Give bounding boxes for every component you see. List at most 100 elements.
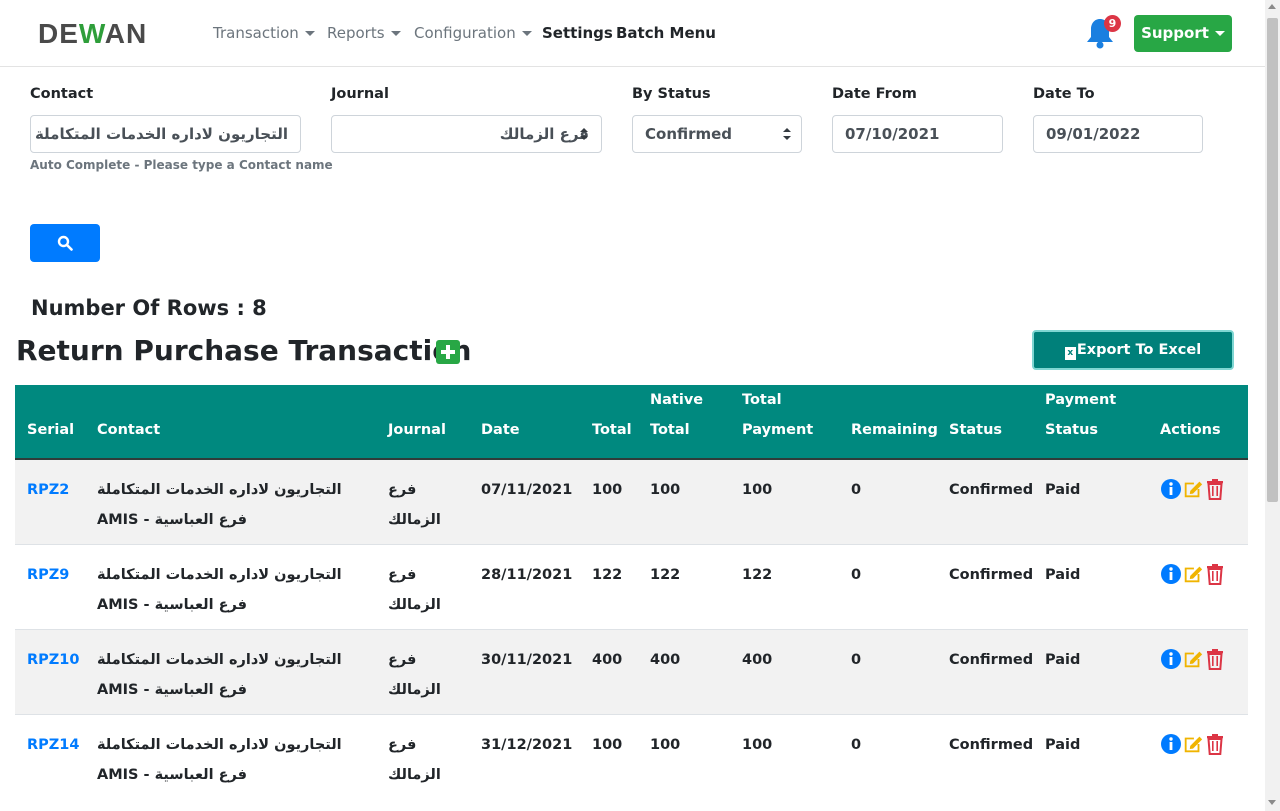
journal-label: Journal bbox=[331, 86, 389, 102]
nav-batch-menu-link[interactable]: Batch Menu bbox=[616, 24, 716, 42]
page-title: Return Purchase Transaction bbox=[16, 334, 472, 367]
cell-date: 28/11/2021 bbox=[469, 543, 580, 629]
dewan-logo[interactable]: DEWAN bbox=[38, 18, 147, 50]
cell-contact: التجاريون لاداره الخدمات المتكاملة AMIS -… bbox=[85, 713, 376, 799]
info-circle-icon[interactable] bbox=[1160, 478, 1182, 500]
contact-name: التجاريون لاداره الخدمات المتكاملة bbox=[97, 736, 342, 753]
journal-line-2: الزمالك bbox=[388, 596, 441, 613]
excel-icon: x bbox=[1064, 347, 1076, 360]
table-row: RPZ2 التجاريون لاداره الخدمات المتكاملة A… bbox=[15, 458, 1248, 544]
header-date: Date bbox=[469, 385, 580, 460]
top-navbar: DEWAN Transaction Reports Configuration … bbox=[0, 0, 1265, 67]
cell-actions bbox=[1148, 628, 1248, 714]
select-arrows-icon bbox=[783, 128, 791, 140]
transactions-table: Serial Contact Journal Date Total Native… bbox=[15, 385, 1248, 799]
status-select[interactable]: Confirmed bbox=[632, 115, 802, 153]
header-contact: Contact bbox=[85, 385, 376, 460]
cell-payment-status: Paid bbox=[1033, 458, 1148, 544]
contact-branch: AMIS - فرع العباسية bbox=[97, 596, 248, 613]
header-total-payment-1: Total bbox=[742, 392, 782, 408]
info-circle-icon[interactable] bbox=[1160, 563, 1182, 585]
chevron-down-icon bbox=[1214, 31, 1225, 36]
cell-status: Confirmed bbox=[937, 543, 1033, 629]
header-native-total-1: Native bbox=[650, 392, 704, 408]
contact-input[interactable]: التجاريون لاداره الخدمات المتكاملة bbox=[30, 115, 301, 153]
cell-native-total: 400 bbox=[638, 628, 730, 714]
edit-icon[interactable] bbox=[1182, 478, 1204, 500]
search-icon bbox=[57, 235, 73, 251]
date-from-input[interactable]: 07/10/2021 bbox=[832, 115, 1003, 153]
status-label: By Status bbox=[632, 86, 711, 102]
plus-square-icon[interactable] bbox=[436, 340, 460, 364]
cell-remaining: 0 bbox=[839, 458, 937, 544]
nav-settings-link[interactable]: Settings bbox=[542, 24, 613, 42]
export-to-excel-button[interactable]: x Export To Excel bbox=[1032, 330, 1234, 370]
contact-branch: AMIS - فرع العباسية bbox=[97, 766, 248, 783]
cell-native-total: 100 bbox=[638, 713, 730, 799]
cell-date: 30/11/2021 bbox=[469, 628, 580, 714]
cell-status: Confirmed bbox=[937, 628, 1033, 714]
nav-configuration-dropdown[interactable]: Configuration bbox=[414, 24, 532, 42]
status-select-value: Confirmed bbox=[645, 125, 733, 143]
journal-line-2: الزمالك bbox=[388, 681, 441, 698]
scroll-up-icon[interactable] bbox=[1268, 4, 1276, 9]
trash-icon[interactable] bbox=[1204, 733, 1226, 755]
cell-native-total: 100 bbox=[638, 458, 730, 544]
trash-icon[interactable] bbox=[1204, 563, 1226, 585]
trash-icon[interactable] bbox=[1204, 648, 1226, 670]
serial-link[interactable]: RPZ2 bbox=[27, 482, 69, 498]
date-to-label: Date To bbox=[1033, 86, 1095, 102]
header-actions: Actions bbox=[1148, 385, 1248, 460]
cell-date: 07/11/2021 bbox=[469, 458, 580, 544]
date-from-label: Date From bbox=[832, 86, 917, 102]
cell-total: 400 bbox=[580, 628, 638, 714]
support-dropdown-button[interactable]: Support bbox=[1134, 15, 1232, 52]
cell-actions bbox=[1148, 458, 1248, 544]
cell-contact: التجاريون لاداره الخدمات المتكاملة AMIS -… bbox=[85, 458, 376, 544]
header-payment-status-2: Status bbox=[1045, 422, 1099, 438]
cell-serial: RPZ9 bbox=[15, 543, 85, 629]
page-scrollbar[interactable] bbox=[1265, 0, 1280, 811]
cell-remaining: 0 bbox=[839, 628, 937, 714]
cell-total: 122 bbox=[580, 543, 638, 629]
search-button[interactable] bbox=[30, 224, 100, 262]
info-circle-icon[interactable] bbox=[1160, 733, 1182, 755]
table-header-row: Serial Contact Journal Date Total Native… bbox=[15, 385, 1248, 460]
serial-link[interactable]: RPZ14 bbox=[27, 737, 80, 753]
cell-journal: فرع الزمالك bbox=[376, 543, 469, 629]
header-payment-status-1: Payment bbox=[1045, 392, 1117, 408]
chevron-down-icon bbox=[521, 31, 532, 36]
table-row: RPZ14 التجاريون لاداره الخدمات المتكاملة… bbox=[15, 713, 1248, 799]
cell-remaining: 0 bbox=[839, 543, 937, 629]
cell-journal: فرع الزمالك bbox=[376, 458, 469, 544]
nav-transaction-label: Transaction bbox=[213, 24, 299, 42]
cell-journal: فرع الزمالك bbox=[376, 713, 469, 799]
journal-select[interactable]: فرع الزمالك bbox=[331, 115, 602, 153]
edit-icon[interactable] bbox=[1182, 733, 1204, 755]
edit-icon[interactable] bbox=[1182, 563, 1204, 585]
cell-date: 31/12/2021 bbox=[469, 713, 580, 799]
scrollbar-thumb[interactable] bbox=[1267, 18, 1278, 502]
trash-icon[interactable] bbox=[1204, 478, 1226, 500]
logo-w: W bbox=[78, 18, 105, 49]
notification-badge: 9 bbox=[1104, 15, 1121, 32]
header-status: Status bbox=[937, 385, 1033, 460]
scroll-down-icon[interactable] bbox=[1268, 800, 1276, 805]
info-circle-icon[interactable] bbox=[1160, 648, 1182, 670]
cell-total-payment: 100 bbox=[730, 713, 839, 799]
serial-link[interactable]: RPZ9 bbox=[27, 567, 69, 583]
nav-configuration-label: Configuration bbox=[414, 24, 516, 42]
edit-icon[interactable] bbox=[1182, 648, 1204, 670]
cell-status: Confirmed bbox=[937, 713, 1033, 799]
rows-count: Number Of Rows : 8 bbox=[31, 296, 267, 320]
contact-help-text: Auto Complete - Please type a Contact na… bbox=[30, 158, 333, 172]
journal-line-1: فرع bbox=[388, 566, 417, 583]
nav-reports-dropdown[interactable]: Reports bbox=[327, 24, 401, 42]
date-to-input[interactable]: 09/01/2022 bbox=[1033, 115, 1203, 153]
serial-link[interactable]: RPZ10 bbox=[27, 652, 80, 668]
export-label: Export To Excel bbox=[1076, 342, 1202, 358]
header-total: Total bbox=[580, 385, 638, 460]
header-native-total: Native Total bbox=[638, 385, 730, 460]
header-total-payment-2: Payment bbox=[742, 422, 814, 438]
nav-transaction-dropdown[interactable]: Transaction bbox=[213, 24, 315, 42]
